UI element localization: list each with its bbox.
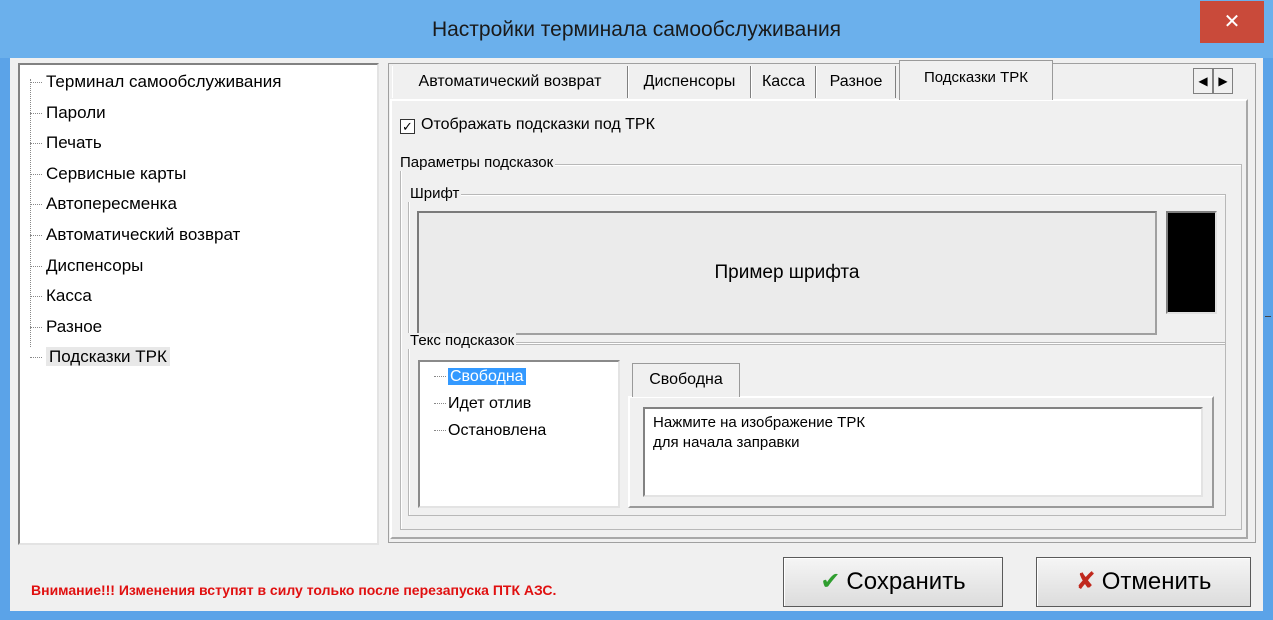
font-group-label: Шрифт xyxy=(408,185,462,202)
tree-item-auto-shift[interactable]: Автопересменка xyxy=(30,190,177,218)
text-group-label: Текс подсказок xyxy=(408,332,517,349)
save-label: Сохранить xyxy=(846,568,966,595)
tree-item-misc[interactable]: Разное xyxy=(30,313,102,341)
checkbox-label: Отображать подсказки под ТРК xyxy=(421,116,655,133)
tree-item-label: Касса xyxy=(46,286,92,305)
settings-tree[interactable]: Терминал самообслуживания Пароли Печать … xyxy=(18,63,379,545)
tree-item-cashbox[interactable]: Касса xyxy=(30,282,92,310)
tree-item-pump-hints[interactable]: Подсказки ТРК xyxy=(30,343,170,371)
checkmark-icon: ✔ xyxy=(820,568,841,595)
tree-item-print[interactable]: Печать xyxy=(30,129,102,157)
tree-item-label: Разное xyxy=(46,317,103,336)
hint-state-pouring[interactable]: Идет отлив xyxy=(434,391,531,417)
tab-dispensers[interactable]: Диспенсоры xyxy=(628,66,751,98)
hint-state-tree[interactable]: Свободна Идет отлив Остановлена xyxy=(418,360,620,508)
cancel-button[interactable]: ✘ Отменить xyxy=(1036,557,1251,607)
tree-item-label: Диспенсоры xyxy=(46,256,144,275)
show-hints-checkbox[interactable]: ✓ Отображать подсказки под ТРК xyxy=(400,114,655,136)
font-color-swatch[interactable] xyxy=(1166,211,1217,314)
tree-item-label: Терминал самообслуживания xyxy=(46,72,282,91)
tree-item-label: Сервисные карты xyxy=(46,164,187,183)
tab-scroll-right-button[interactable]: ▶ xyxy=(1213,68,1233,94)
hint-state-stopped[interactable]: Остановлена xyxy=(434,418,546,444)
settings-window: Настройки терминала самообслуживания ✕ Т… xyxy=(0,0,1273,620)
hint-state-free[interactable]: Свободна xyxy=(434,364,526,390)
tree-item-label: Пароли xyxy=(46,103,106,122)
resize-grip[interactable] xyxy=(1265,316,1271,321)
tree-item-terminal[interactable]: Терминал самообслуживания xyxy=(30,68,281,96)
checkbox-check-icon[interactable]: ✓ xyxy=(400,119,415,134)
window-title: Настройки терминала самообслуживания xyxy=(431,18,842,41)
tree-item-service-cards[interactable]: Сервисные карты xyxy=(30,160,186,188)
tab-cashbox[interactable]: Касса xyxy=(751,66,816,98)
title-bar[interactable]: Настройки терминала самообслуживания ✕ xyxy=(0,0,1273,58)
cancel-label: Отменить xyxy=(1101,568,1212,595)
cross-icon: ✘ xyxy=(1075,568,1096,595)
tab-label: Автоматический возврат xyxy=(418,73,602,90)
arrow-left-icon: ◀ xyxy=(1198,74,1208,88)
tab-scroll-left-button[interactable]: ◀ xyxy=(1193,68,1213,94)
font-sample-button[interactable]: Пример шрифта xyxy=(417,211,1157,335)
tree-item-dispensers[interactable]: Диспенсоры xyxy=(30,252,143,280)
tab-label: Разное xyxy=(829,73,883,90)
hint-state-label: Идет отлив xyxy=(448,395,532,412)
arrow-right-icon: ▶ xyxy=(1218,74,1228,88)
tab-label: Подсказки ТРК xyxy=(923,69,1028,86)
params-group-label: Параметры подсказок xyxy=(398,154,556,171)
tree-item-label: Печать xyxy=(46,133,102,152)
tab-hint-free[interactable]: Свободна xyxy=(632,363,740,397)
tab-auto-return[interactable]: Автоматический возврат xyxy=(392,66,628,98)
tab-pump-hints[interactable]: Подсказки ТРК xyxy=(899,60,1053,100)
tree-item-label: Подсказки ТРК xyxy=(46,347,170,366)
restart-warning: Внимание!!! Изменения вступят в силу тол… xyxy=(31,582,557,598)
tree-item-label: Автоматический возврат xyxy=(46,225,241,244)
dialog-client-area: Терминал самообслуживания Пароли Печать … xyxy=(10,58,1263,611)
tree-item-passwords[interactable]: Пароли xyxy=(30,99,106,127)
tab-label: Касса xyxy=(761,73,806,90)
hint-state-label: Остановлена xyxy=(448,422,547,439)
tab-label: Диспенсоры xyxy=(643,73,736,90)
close-icon: ✕ xyxy=(1223,11,1241,33)
save-button[interactable]: ✔ Сохранить xyxy=(783,557,1003,607)
tab-misc[interactable]: Разное xyxy=(816,66,896,98)
close-button[interactable]: ✕ xyxy=(1200,1,1264,43)
tree-item-auto-return[interactable]: Автоматический возврат xyxy=(30,221,240,249)
hint-text-field[interactable]: Нажмите на изображение ТРК для начала за… xyxy=(643,407,1203,497)
tree-item-label: Автопересменка xyxy=(46,194,177,213)
hint-state-label: Свободна xyxy=(448,368,526,385)
